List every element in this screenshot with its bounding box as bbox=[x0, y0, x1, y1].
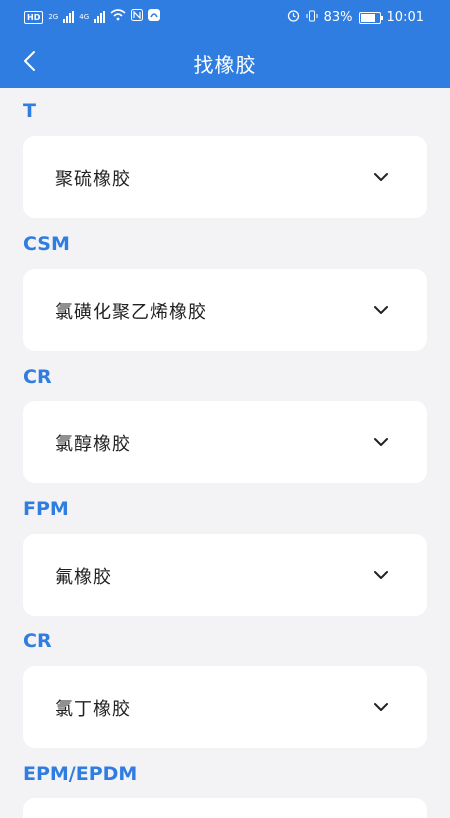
alarm-icon bbox=[287, 9, 300, 26]
list-item[interactable]: 聚硫橡胶 bbox=[23, 136, 427, 218]
chevron-down-icon bbox=[374, 173, 388, 181]
status-bar: HD 2G 4G 83% 10:01 bbox=[0, 0, 450, 34]
signal-icon bbox=[63, 11, 75, 23]
group-code: EPM/EPDM bbox=[23, 763, 138, 785]
list-item[interactable]: 氯丁橡胶 bbox=[23, 666, 427, 748]
battery-icon bbox=[358, 11, 383, 24]
nav-bar: 找橡胶 bbox=[0, 34, 450, 88]
list-item-label: 氯磺化聚乙烯橡胶 bbox=[55, 302, 207, 323]
chevron-down-icon bbox=[374, 703, 388, 711]
network-4g-label: 4G bbox=[79, 13, 90, 21]
wifi-icon bbox=[110, 9, 126, 25]
network-2g-label: 2G bbox=[48, 13, 59, 21]
list-item[interactable] bbox=[23, 798, 427, 818]
clock-time: 10:01 bbox=[386, 10, 424, 25]
chevron-down-icon bbox=[374, 571, 388, 579]
page-title: 找橡胶 bbox=[193, 53, 257, 77]
list-item-label: 氯丁橡胶 bbox=[55, 699, 131, 720]
signal-icon-2 bbox=[94, 11, 106, 23]
list-item[interactable]: 氯磺化聚乙烯橡胶 bbox=[23, 269, 427, 351]
group-code: FPM bbox=[23, 498, 69, 520]
list-item[interactable]: 氯醇橡胶 bbox=[23, 401, 427, 483]
group-code: CR bbox=[23, 366, 52, 388]
list-item[interactable]: 氟橡胶 bbox=[23, 534, 427, 616]
hd-badge: HD bbox=[24, 10, 44, 24]
group-code: CSM bbox=[23, 233, 70, 255]
group-code: T bbox=[23, 100, 36, 122]
rubber-category-list[interactable]: T 聚硫橡胶 CSM 氯磺化聚乙烯橡胶 CR 氯醇橡胶 FPM 氟橡胶 CR 氯… bbox=[0, 88, 450, 818]
nfc-icon bbox=[131, 9, 144, 25]
vibrate-icon bbox=[306, 10, 318, 26]
status-right: 83% 10:01 bbox=[287, 9, 424, 26]
list-item-label: 聚硫橡胶 bbox=[55, 169, 131, 190]
app-notification-icon bbox=[148, 9, 161, 25]
list-item-label: 氯醇橡胶 bbox=[55, 434, 131, 455]
group-code: CR bbox=[23, 630, 52, 652]
chevron-down-icon bbox=[374, 438, 388, 446]
chevron-down-icon bbox=[374, 306, 388, 314]
battery-percent: 83% bbox=[323, 10, 353, 25]
list-item-label: 氟橡胶 bbox=[55, 567, 112, 588]
status-left: HD 2G 4G bbox=[24, 9, 161, 25]
